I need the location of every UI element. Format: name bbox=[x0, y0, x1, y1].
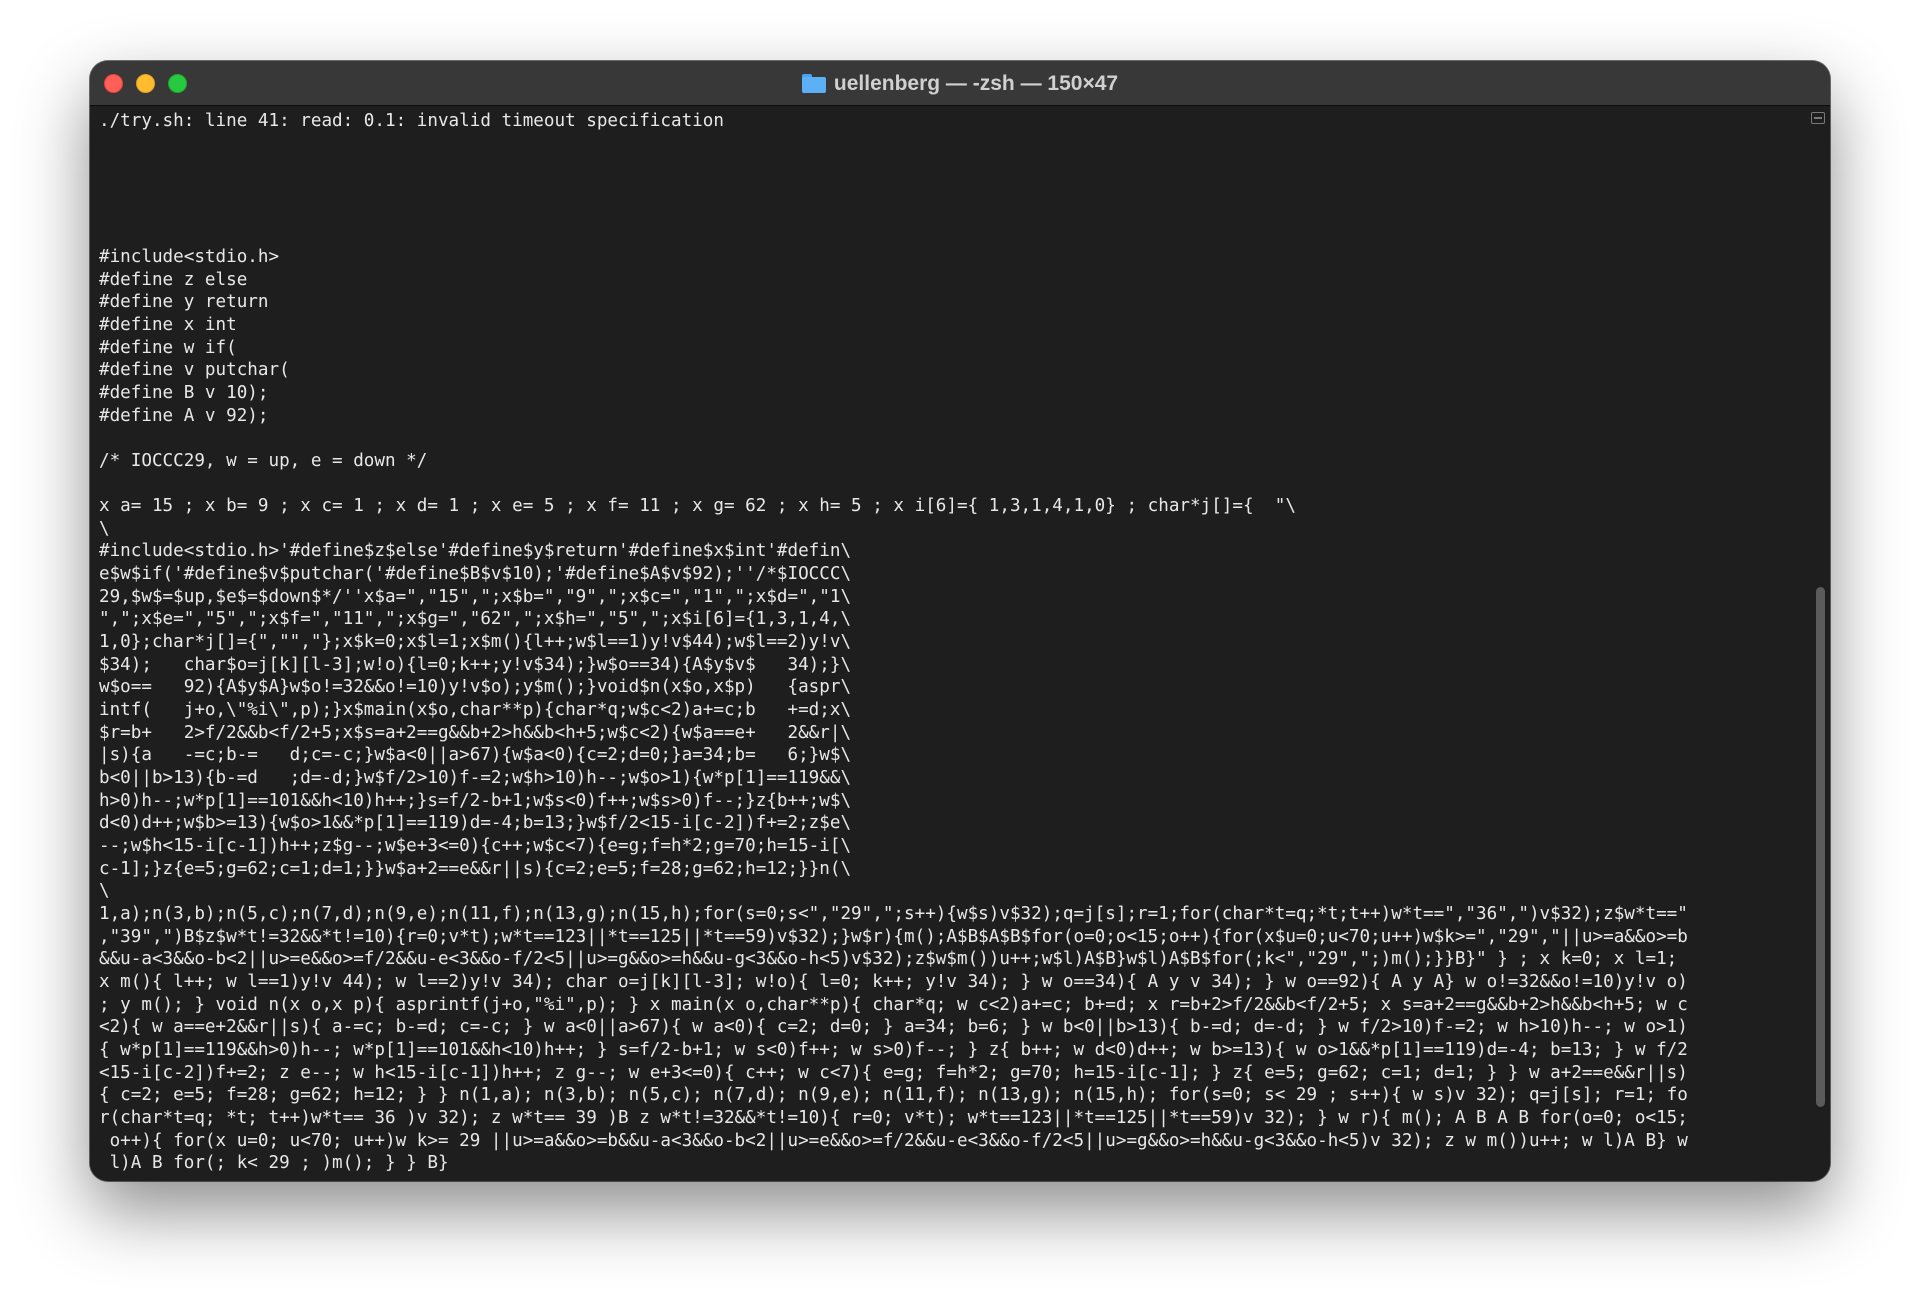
terminal-line: ,"39",")B$z$w*t!=32&&*t!=10){r=0;v*t);w*… bbox=[99, 926, 1688, 947]
terminal-line: o++){ for(x u=0; u<70; u++)w k>= 29 ||u>… bbox=[99, 1130, 1688, 1151]
terminal-line: d<0)d++;w$b>=13){w$o>1&&*p[1]==119)d=-4;… bbox=[99, 813, 852, 834]
window-title: uellenberg — -zsh — 150×47 bbox=[833, 71, 1119, 95]
scroll-indicator-icon bbox=[1811, 112, 1825, 124]
terminal-line: 29,$w$=$up,$e$=$down$*/''x$a=","15",";x$… bbox=[99, 586, 852, 607]
terminal-line: e$w$if('#define$v$putchar('#define$B$v$1… bbox=[99, 564, 852, 585]
terminal-line: <15-i[c-2])f+=2; z e--; w h<15-i[c-1])h+… bbox=[99, 1062, 1688, 1083]
terminal-line: intf( j+o,\"%i\",p);}x$main(x$o,char**p)… bbox=[99, 700, 852, 721]
terminal-line: --;w$h<15-i[c-1])h++;z$g--;w$e+3<=0){c++… bbox=[99, 836, 852, 856]
terminal-line: r(char*t=q; *t; t++)w*t== 36 )v 32); z w… bbox=[99, 1107, 1688, 1128]
terminal-line: $34); char$o=j[k][l-3];w!o){l=0;k++;y!v$… bbox=[99, 654, 852, 675]
terminal-line: #define A v 92); bbox=[99, 405, 269, 426]
terminal-line: { w*p[1]==119&&h>0)h--; w*p[1]==101&&h<1… bbox=[99, 1039, 1688, 1060]
terminal-line: #define z else bbox=[99, 269, 248, 290]
terminal-line: ./try.sh: line 41: read: 0.1: invalid ti… bbox=[99, 111, 724, 131]
terminal-line: |s){a -=c;b-= d;c=-c;}w$a<0||a>67){w$a<0… bbox=[99, 745, 852, 766]
terminal-content[interactable]: ./try.sh: line 41: read: 0.1: invalid ti… bbox=[90, 107, 1830, 1181]
terminal-line: <2){ w a==e+2&&r||s){ a-=c; b-=d; c=-c; … bbox=[99, 1017, 1688, 1038]
terminal-line: { c=2; e=5; f=28; g=62; h=12; } } n(1,a)… bbox=[99, 1085, 1688, 1106]
terminal-line: #define v putchar( bbox=[99, 360, 290, 381]
terminal-line: \ bbox=[99, 881, 110, 902]
terminal-output[interactable]: ./try.sh: line 41: read: 0.1: invalid ti… bbox=[99, 110, 1802, 1181]
terminal-line: #define w if( bbox=[99, 337, 237, 358]
folder-icon bbox=[801, 74, 826, 93]
window-title-group: uellenberg — -zsh — 150×47 bbox=[90, 61, 1830, 106]
title-bar[interactable]: uellenberg — -zsh — 150×47 bbox=[90, 61, 1830, 106]
terminal-line: &&u-a<3&&o-b<2||u>=e&&o>=f/2&&u-e<3&&o-f… bbox=[99, 949, 1678, 970]
terminal-line: \ bbox=[99, 518, 110, 539]
terminal-line: ",";x$e=","5",";x$f=","11",";x$g=","62",… bbox=[99, 609, 852, 630]
terminal-window: uellenberg — -zsh — 150×47 ./try.sh: lin… bbox=[90, 61, 1830, 1181]
terminal-line: 1,0};char*j[]={","","};x$k=0;x$l=1;x$m()… bbox=[99, 632, 852, 653]
terminal-line: #define y return bbox=[99, 292, 269, 313]
terminal-line: #define x int bbox=[99, 314, 237, 335]
terminal-line: #define B v 10); bbox=[99, 382, 269, 403]
terminal-line: /* IOCCC29, w = up, e = down */ bbox=[99, 450, 428, 471]
terminal-line: x a= 15 ; x b= 9 ; x c= 1 ; x d= 1 ; x e… bbox=[99, 496, 1296, 517]
terminal-line: c-1];}z{e=5;g=62;c=1;d=1;}}w$a+2==e&&r||… bbox=[99, 858, 852, 879]
terminal-line: l)A B for(; k< 29 ; )m(); } } B} bbox=[99, 1153, 449, 1174]
terminal-line: 1,a);n(3,b);n(5,c);n(7,d);n(9,e);n(11,f)… bbox=[99, 903, 1688, 924]
terminal-line: ; y m(); } void n(x o,x p){ asprintf(j+o… bbox=[99, 994, 1688, 1015]
terminal-line: h>0)h--;w*p[1]==101&&h<10)h++;}s=f/2-b+1… bbox=[99, 790, 852, 811]
terminal-line: $r=b+ 2>f/2&&b<f/2+5;x$s=a+2==g&&b+2>h&&… bbox=[99, 722, 852, 743]
terminal-line: x m(){ l++; w l==1)y!v 44); w l==2)y!v 3… bbox=[99, 971, 1688, 992]
terminal-line: w$o== 92){A$y$A}w$o!=32&&o!=10)y!v$o);y$… bbox=[99, 677, 852, 698]
terminal-line: #include<stdio.h> bbox=[99, 246, 280, 267]
scrollbar[interactable] bbox=[1806, 107, 1830, 1181]
scrollbar-thumb[interactable] bbox=[1816, 587, 1825, 1107]
terminal-line: b<0||b>13){b-=d ;d=-d;}w$f/2>10)f-=2;w$h… bbox=[99, 768, 852, 789]
terminal-line: #include<stdio.h>'#define$z$else'#define… bbox=[99, 541, 852, 562]
